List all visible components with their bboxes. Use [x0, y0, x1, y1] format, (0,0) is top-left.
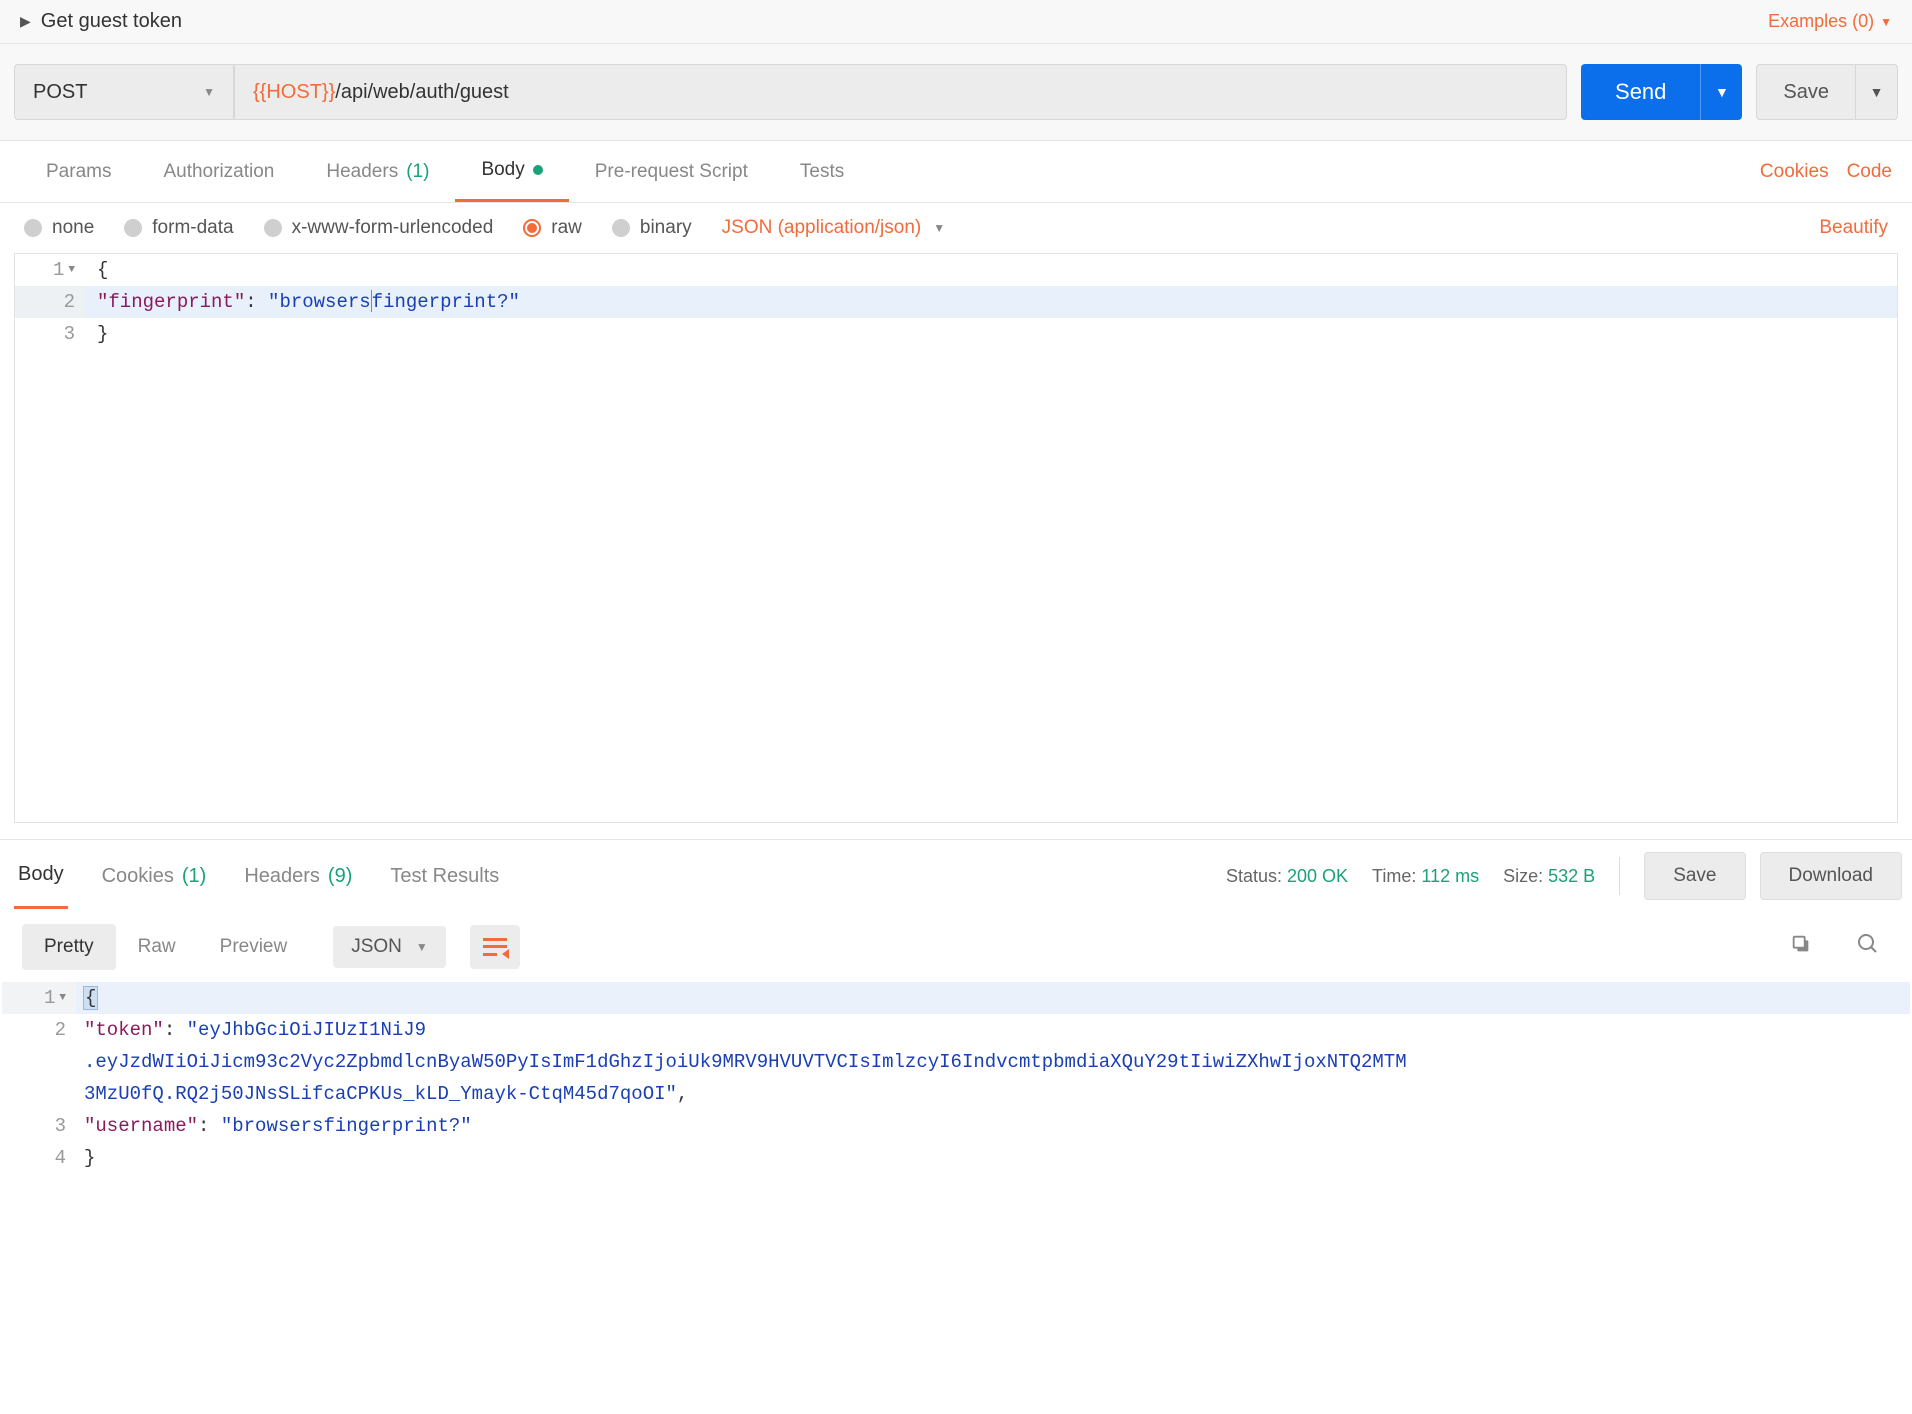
- search-response-icon[interactable]: [1846, 926, 1890, 968]
- time-value: 112 ms: [1421, 866, 1479, 886]
- body-type-form-data[interactable]: form-data: [124, 217, 233, 239]
- save-response-button[interactable]: Save: [1644, 852, 1745, 900]
- save-options-dropdown[interactable]: ▼: [1856, 64, 1898, 120]
- chevron-down-icon: ▼: [203, 85, 215, 99]
- resp-tab-headers[interactable]: Headers (9): [240, 845, 356, 908]
- content-type-select[interactable]: JSON (application/json) ▼: [722, 217, 945, 239]
- response-tabs: Body Cookies (1) Headers (9) Test Result…: [10, 843, 503, 909]
- resp-tab-cookies[interactable]: Cookies (1): [98, 845, 211, 908]
- chevron-down-icon: ▼: [416, 940, 428, 954]
- cookies-link[interactable]: Cookies: [1760, 161, 1829, 183]
- copy-response-icon[interactable]: [1780, 927, 1822, 967]
- code-link[interactable]: Code: [1847, 161, 1892, 183]
- send-button[interactable]: Send: [1581, 64, 1700, 120]
- request-url-input[interactable]: {{HOST}}/api/web/auth/guest: [234, 64, 1567, 120]
- url-path: /api/web/auth/guest: [335, 81, 508, 104]
- response-body-viewer[interactable]: 1▼ { 2 "token": "eyJhbGciOiJIUzI1NiJ9 .e…: [2, 982, 1910, 1174]
- response-header: Body Cookies (1) Headers (9) Test Result…: [0, 840, 1912, 912]
- response-meta: Status: 200 OK Time: 112 ms Size: 532 B: [1226, 866, 1595, 887]
- toggle-wrap-button[interactable]: [470, 925, 520, 969]
- body-type-raw[interactable]: raw: [523, 217, 582, 239]
- size-value: 532 B: [1548, 866, 1595, 886]
- fold-icon[interactable]: ▼: [68, 264, 75, 276]
- beautify-link[interactable]: Beautify: [1819, 217, 1888, 239]
- modified-dot-icon: [533, 165, 543, 175]
- body-type-row: none form-data x-www-form-urlencoded raw…: [0, 203, 1912, 253]
- chevron-down-icon: ▼: [933, 221, 945, 235]
- status-value: 200 OK: [1287, 866, 1348, 886]
- separator: [1619, 857, 1620, 895]
- examples-dropdown[interactable]: Examples (0) ▼: [1768, 11, 1892, 32]
- download-response-button[interactable]: Download: [1760, 852, 1903, 900]
- http-method-value: POST: [33, 81, 87, 104]
- save-button[interactable]: Save: [1756, 64, 1856, 120]
- request-title: Get guest token: [41, 10, 182, 33]
- send-button-group: Send ▼: [1581, 64, 1742, 120]
- response-view-row: Pretty Raw Preview JSON ▼: [0, 912, 1912, 982]
- http-method-select[interactable]: POST ▼: [14, 64, 234, 120]
- request-body-editor[interactable]: 1▼ { 2 "fingerprint": "browsersfingerpri…: [14, 253, 1898, 823]
- tab-prerequest[interactable]: Pre-request Script: [569, 141, 774, 202]
- view-pretty[interactable]: Pretty: [22, 924, 116, 970]
- resp-tab-test-results[interactable]: Test Results: [386, 845, 503, 908]
- tab-authorization[interactable]: Authorization: [137, 141, 300, 202]
- response-format-select[interactable]: JSON ▼: [333, 926, 446, 968]
- request-tabs: Params Authorization Headers (1) Body Pr…: [0, 141, 1912, 203]
- resp-tab-body[interactable]: Body: [14, 843, 68, 909]
- request-title-bar: ▶ Get guest token Examples (0) ▼: [0, 0, 1912, 44]
- chevron-down-icon: ▼: [1880, 15, 1892, 29]
- wrap-lines-icon: [483, 938, 507, 956]
- body-type-x-www-form-urlencoded[interactable]: x-www-form-urlencoded: [264, 217, 494, 239]
- save-button-group: Save ▼: [1756, 64, 1898, 120]
- tab-headers[interactable]: Headers (1): [300, 141, 455, 202]
- fold-icon[interactable]: ▼: [59, 992, 66, 1004]
- view-mode-segment: Pretty Raw Preview: [22, 924, 309, 970]
- send-options-dropdown[interactable]: ▼: [1700, 64, 1742, 120]
- body-type-none[interactable]: none: [24, 217, 94, 239]
- url-variable: {{HOST}}: [253, 81, 335, 104]
- examples-label: Examples (0): [1768, 11, 1874, 32]
- view-raw[interactable]: Raw: [116, 924, 198, 970]
- body-type-binary[interactable]: binary: [612, 217, 692, 239]
- tab-params[interactable]: Params: [20, 141, 137, 202]
- view-preview[interactable]: Preview: [198, 924, 310, 970]
- request-url-row: POST ▼ {{HOST}}/api/web/auth/guest Send …: [0, 44, 1912, 141]
- collapse-caret-icon[interactable]: ▶: [20, 13, 31, 30]
- tab-body[interactable]: Body: [455, 141, 568, 202]
- tab-tests[interactable]: Tests: [774, 141, 870, 202]
